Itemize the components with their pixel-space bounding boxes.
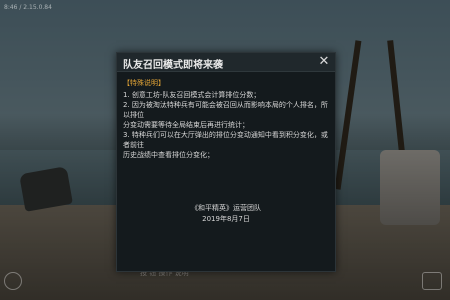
close-button[interactable]: ✕ <box>317 54 331 70</box>
signature-team: 《和平精英》运营团队 <box>191 204 261 212</box>
hud-status: 8:46 / 2.15.0.84 <box>4 4 52 11</box>
section-heading: 【特殊说明】 <box>123 79 165 87</box>
rule-line: 3. 特种兵们可以在大厅弹出的排位分变动通知中看到积分变化，或者前往 <box>123 131 328 149</box>
rule-line: 分变动需要等待全局结束后再进行统计； <box>123 121 249 129</box>
announcement-dialog: 队友召回模式即将来袭 ✕ 【特殊说明】 1. 创意工坊-队友召回模式会计算排位分… <box>116 52 336 272</box>
signature-date: 2019年8月7日 <box>202 215 250 223</box>
rule-line: 1. 创意工坊-队友召回模式会计算排位分数； <box>123 91 261 99</box>
dialog-body: 【特殊说明】 1. 创意工坊-队友召回模式会计算排位分数； 2. 因为被淘汰特种… <box>123 78 329 160</box>
dialog-header: 队友召回模式即将来袭 ✕ <box>117 53 335 72</box>
rule-line: 历史战绩中查看排位分变化； <box>123 151 214 159</box>
menu-icon[interactable] <box>422 272 442 290</box>
settings-icon[interactable] <box>4 272 22 290</box>
rule-line: 2. 因为被淘汰特种兵有可能会被召回从而影响本局的个人排名，所以排位 <box>123 101 328 119</box>
close-icon: ✕ <box>318 54 330 69</box>
dialog-title: 队友召回模式即将来袭 <box>123 60 223 71</box>
